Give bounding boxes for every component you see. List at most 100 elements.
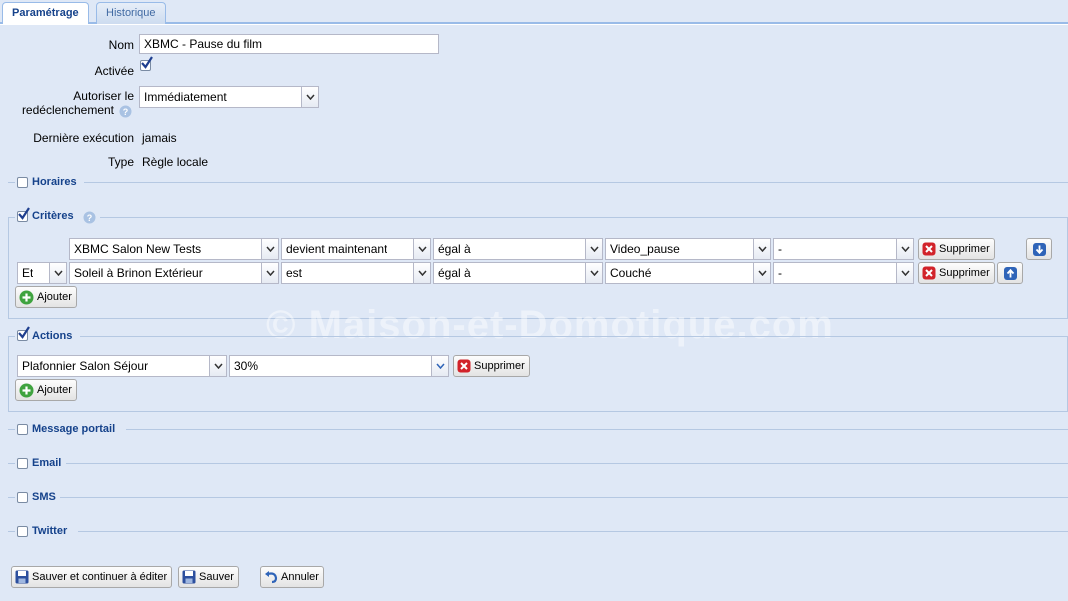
chevron-down-icon: [266, 270, 275, 276]
dropdown-trigger[interactable]: [413, 239, 430, 259]
dropdown-trigger[interactable]: [896, 263, 913, 283]
message-portail-checkbox[interactable]: [17, 424, 28, 435]
criterion-operator-value: devient maintenant: [286, 242, 388, 256]
chevron-down-icon: [306, 94, 315, 100]
actions-checkbox[interactable]: [17, 326, 30, 341]
move-down-button[interactable]: [1026, 238, 1052, 260]
dropdown-trigger[interactable]: [49, 263, 66, 283]
fieldset-line: [8, 463, 15, 464]
criterion-extra-value: -: [778, 266, 782, 280]
fieldset-line: [78, 531, 1068, 532]
check-icon: [18, 207, 30, 220]
criterion-device-value: Soleil à Brinon Extérieur: [74, 266, 203, 280]
dropdown-trigger[interactable]: [301, 87, 318, 107]
type-label: Type: [107, 155, 134, 169]
criterion-device-select[interactable]: XBMC Salon New Tests: [69, 238, 279, 260]
criterion-device-value: XBMC Salon New Tests: [74, 242, 202, 256]
dropdown-trigger[interactable]: [896, 239, 913, 259]
activee-label: Activée: [94, 64, 134, 78]
chevron-down-icon: [590, 246, 599, 252]
svg-text:?: ?: [123, 107, 129, 117]
twitter-checkbox[interactable]: [17, 526, 28, 537]
save-button[interactable]: Sauver: [178, 566, 239, 588]
activee-checkbox[interactable]: [140, 56, 153, 71]
action-value-value: 30%: [234, 359, 259, 373]
criterion-comparison-select[interactable]: égal à: [433, 262, 603, 284]
chevron-down-icon: [901, 246, 910, 252]
autoriser-label-line1: Autoriser le: [73, 89, 134, 103]
save-continue-label: Sauver et continuer à éditer: [32, 571, 168, 583]
criterion-extra-select[interactable]: -: [773, 262, 914, 284]
chevron-down-icon: [418, 246, 427, 252]
dropdown-trigger[interactable]: [261, 239, 278, 259]
action-device-select[interactable]: Plafonnier Salon Séjour: [17, 355, 227, 377]
fieldset-line: [66, 463, 1068, 464]
criteres-checkbox[interactable]: [17, 207, 30, 222]
redeclenchement-value: Immédiatement: [144, 90, 227, 104]
floppy-disk-icon: [182, 570, 196, 584]
criterion-extra-value: -: [778, 242, 782, 256]
dropdown-trigger[interactable]: [209, 356, 226, 376]
chevron-down-icon: [436, 363, 445, 369]
actions-legend: Actions: [32, 330, 73, 342]
add-criterion-button[interactable]: Ajouter: [15, 286, 77, 308]
derniere-execution-label: Dernière exécution: [33, 131, 134, 145]
delete-criterion-label: Supprimer: [939, 267, 990, 279]
delete-criterion-label: Supprimer: [939, 243, 990, 255]
delete-criterion-button[interactable]: Supprimer: [918, 238, 995, 260]
help-icon[interactable]: ?: [119, 105, 132, 118]
fieldset-line: [8, 429, 15, 430]
criterion-operator-select[interactable]: devient maintenant: [281, 238, 431, 260]
tab-parametrage[interactable]: Paramétrage: [2, 2, 89, 25]
delete-action-button[interactable]: Supprimer: [453, 355, 530, 377]
add-action-label: Ajouter: [37, 384, 72, 396]
arrow-up-icon: [1004, 267, 1017, 280]
type-value: Règle locale: [142, 155, 209, 169]
criterion-value-select[interactable]: Couché: [605, 262, 771, 284]
dropdown-trigger[interactable]: [585, 239, 602, 259]
autoriser-label-line2: redéclenchement: [21, 103, 114, 117]
dropdown-trigger[interactable]: [585, 263, 602, 283]
cancel-button[interactable]: Annuler: [260, 566, 324, 588]
email-legend: Email: [32, 457, 62, 469]
check-icon: [141, 56, 153, 69]
criterion-comparison-select[interactable]: égal à: [433, 238, 603, 260]
fieldset-line: [8, 497, 15, 498]
chevron-down-icon: [266, 246, 275, 252]
criterion-extra-select[interactable]: -: [773, 238, 914, 260]
tab-bar: Paramétrage Historique: [0, 0, 1068, 25]
dropdown-trigger[interactable]: [753, 263, 770, 283]
dropdown-trigger[interactable]: [261, 263, 278, 283]
chevron-down-icon: [418, 270, 427, 276]
arrow-down-icon: [1033, 243, 1046, 256]
criterion-operator-value: est: [286, 266, 303, 280]
delete-criterion-button[interactable]: Supprimer: [918, 262, 995, 284]
nom-input[interactable]: XBMC - Pause du film: [139, 34, 439, 54]
action-device-value: Plafonnier Salon Séjour: [22, 359, 149, 373]
move-up-button[interactable]: [997, 262, 1023, 284]
dropdown-trigger[interactable]: [753, 239, 770, 259]
fieldset-line: [8, 217, 15, 218]
save-label: Sauver: [199, 571, 234, 583]
twitter-legend: Twitter: [32, 525, 68, 537]
sms-checkbox[interactable]: [17, 492, 28, 503]
dropdown-trigger[interactable]: [413, 263, 430, 283]
chevron-down-icon: [758, 270, 767, 276]
add-action-button[interactable]: Ajouter: [15, 379, 77, 401]
criterion-comparison-value: égal à: [438, 266, 471, 280]
tab-historique[interactable]: Historique: [96, 2, 166, 24]
delete-icon: [922, 242, 936, 256]
sms-legend: SMS: [32, 491, 56, 503]
email-checkbox[interactable]: [17, 458, 28, 469]
action-value-select[interactable]: 30%: [229, 355, 449, 377]
nom-label: Nom: [108, 38, 134, 52]
criterion-value-select[interactable]: Video_pause: [605, 238, 771, 260]
dropdown-trigger[interactable]: [431, 356, 448, 376]
criterion-device-select[interactable]: Soleil à Brinon Extérieur: [69, 262, 279, 284]
help-icon[interactable]: ?: [83, 211, 96, 224]
criterion-operator-select[interactable]: est: [281, 262, 431, 284]
save-continue-button[interactable]: Sauver et continuer à éditer: [11, 566, 173, 588]
horaires-checkbox[interactable]: [17, 177, 28, 188]
redeclenchement-select[interactable]: Immédiatement: [139, 86, 319, 108]
criterion-connector-select[interactable]: Et: [17, 262, 67, 284]
